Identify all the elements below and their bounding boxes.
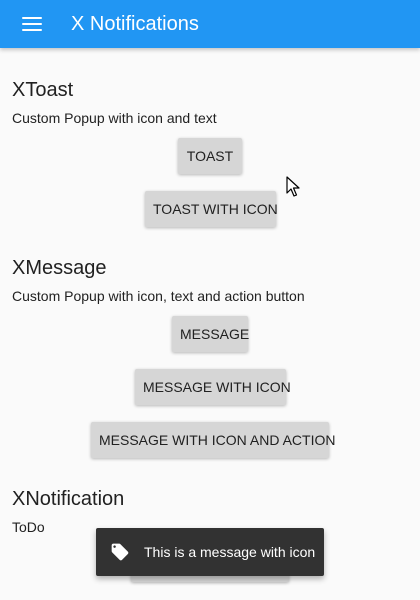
menu-button[interactable] xyxy=(14,8,50,40)
section-desc-xmessage: Custom Popup with icon, text and action … xyxy=(12,288,305,304)
section-desc-xnotification: ToDo xyxy=(12,519,45,535)
tag-icon xyxy=(111,543,129,561)
message-button[interactable]: MESSAGE xyxy=(172,316,249,352)
snackbar: This is a message with icon xyxy=(96,528,324,576)
message-with-icon-and-action-button[interactable]: MESSAGE WITH ICON AND ACTION xyxy=(91,422,335,458)
app-bar: X Notifications xyxy=(0,0,420,48)
toast-with-icon-button[interactable]: TOAST WITH ICON xyxy=(145,191,278,227)
app-title: X Notifications xyxy=(71,13,199,35)
section-title-xnotification: XNotification xyxy=(12,488,125,510)
section-desc-xtoast: Custom Popup with icon and text xyxy=(12,110,217,126)
hamburger-menu-icon xyxy=(22,17,42,19)
toast-button[interactable]: TOAST xyxy=(178,138,242,174)
section-title-xmessage: XMessage xyxy=(12,257,107,279)
mouse-cursor-icon xyxy=(286,176,300,197)
snackbar-message: This is a message with icon xyxy=(144,544,316,560)
message-with-icon-button[interactable]: MESSAGE WITH ICON xyxy=(135,369,291,405)
section-title-xtoast: XToast xyxy=(12,79,74,101)
